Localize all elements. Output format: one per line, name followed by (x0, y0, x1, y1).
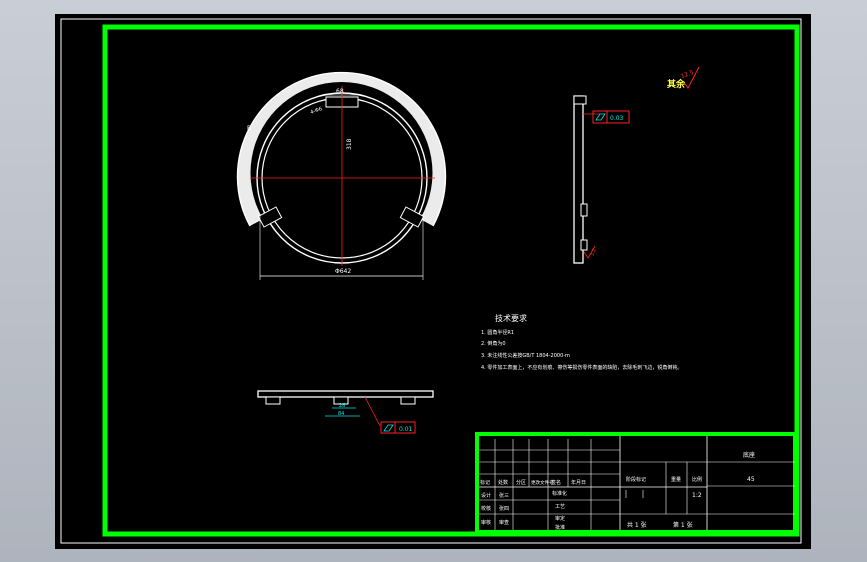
tech-item-4: 4. 零件加工表面上，不应有划痕、擦伤等损伤零件表面的缺陷，去除毛刺飞边，锐角倒… (481, 364, 682, 371)
top-dim-text: 68 (336, 88, 344, 95)
tech-item-3: 3. 未注线性公差按GB/T 1804-2000-m (481, 352, 570, 359)
tb-check-label: 校核 (481, 505, 491, 512)
bottom-dim-a: 26 (339, 403, 345, 409)
side-plate-top-step (573, 95, 587, 105)
tb-scale-value: 1:2 (692, 492, 702, 499)
general-roughness-note: 12.5 其余 (667, 66, 700, 90)
side-view: 0.03 3.2 (573, 95, 630, 264)
tb-material: 45 (747, 476, 755, 483)
tb-stage-label: 阶段标记 (626, 476, 646, 483)
tech-item-2: 2. 倒角为0 (481, 340, 506, 347)
tb-col-mark: 标记 (480, 479, 490, 486)
sheet-outer-border (60, 18, 802, 544)
title-block: 标记 处数 分区 更改文件号 签名 年月日 设计 校核 审核 张三 张四 审查 … (475, 432, 797, 534)
tb-col-sign: 签名 (551, 479, 561, 486)
small-hole-label: 4-Φ6 (310, 106, 323, 116)
tb-approve-label: 审定 (555, 515, 565, 522)
side-marker-right: R (429, 125, 433, 132)
radius-dim-text: 318 (346, 138, 353, 150)
side-plate (573, 95, 584, 264)
tech-title: 技术要求 (495, 313, 527, 323)
front-view: Φ642 318 68 4-Φ6 R R (236, 71, 447, 280)
tb-design-value: 张三 (499, 492, 509, 499)
tb-col-zone: 分区 (516, 479, 526, 486)
flange-band (237, 72, 446, 226)
tb-review-label: 审核 (481, 519, 491, 526)
tb-col-date: 年月日 (571, 479, 586, 486)
roughness-note-text: 其余 (667, 78, 686, 90)
drawing-canvas: Φ642 318 68 4-Φ6 R R 0.03 3.2 12.5 其余 26 (60, 18, 802, 544)
tb-sheet-total: 共 1 张 (627, 521, 647, 529)
tech-item-1: 1. 圆角半径R1 (481, 329, 514, 336)
flatness-symbol-bottom (383, 424, 394, 432)
flatness-symbol-side (595, 113, 606, 121)
tb-part-name: 底座 (743, 451, 755, 459)
tb-check-value: 张四 (499, 505, 509, 512)
left-slot (257, 206, 283, 228)
tb-process-label: 工艺 (555, 504, 565, 510)
diameter-dim-text: Φ642 (335, 268, 351, 275)
tb-sheet-current: 第 1 张 (673, 521, 693, 529)
flatness-value-bottom: 0.01 (399, 426, 413, 433)
side-slot-b (580, 239, 588, 251)
tb-std-label: 标准化 (552, 490, 567, 497)
bottom-leader (364, 396, 381, 427)
bottom-plate (257, 390, 434, 398)
tb-ratify-label: 批准 (555, 524, 565, 531)
side-marker-left: R (247, 125, 251, 132)
cad-viewport[interactable]: Φ642 318 68 4-Φ6 R R 0.03 3.2 12.5 其余 26 (55, 14, 811, 549)
tb-review-value: 审查 (499, 519, 509, 526)
tech-requirements: 技术要求 1. 圆角半径R1 2. 倒角为0 3. 未注线性公差按GB/T 18… (481, 313, 682, 371)
drawing-frame (102, 24, 800, 537)
roughness-side-value: 3.2 (589, 248, 597, 258)
bottom-tab-left (265, 396, 281, 405)
tb-weight-label: 重量 (671, 476, 681, 483)
tb-design-label: 设计 (481, 492, 491, 499)
tb-col-count: 处数 (498, 479, 508, 486)
bottom-view: 26 84 0.01 (257, 390, 434, 434)
flatness-value-side: 0.03 (610, 115, 624, 122)
outer-arc (236, 71, 447, 227)
bottom-dim-b: 84 (338, 411, 344, 417)
tb-scale-label: 比例 (692, 476, 702, 483)
bottom-tab-right (400, 396, 416, 405)
side-slot-a (580, 203, 588, 217)
